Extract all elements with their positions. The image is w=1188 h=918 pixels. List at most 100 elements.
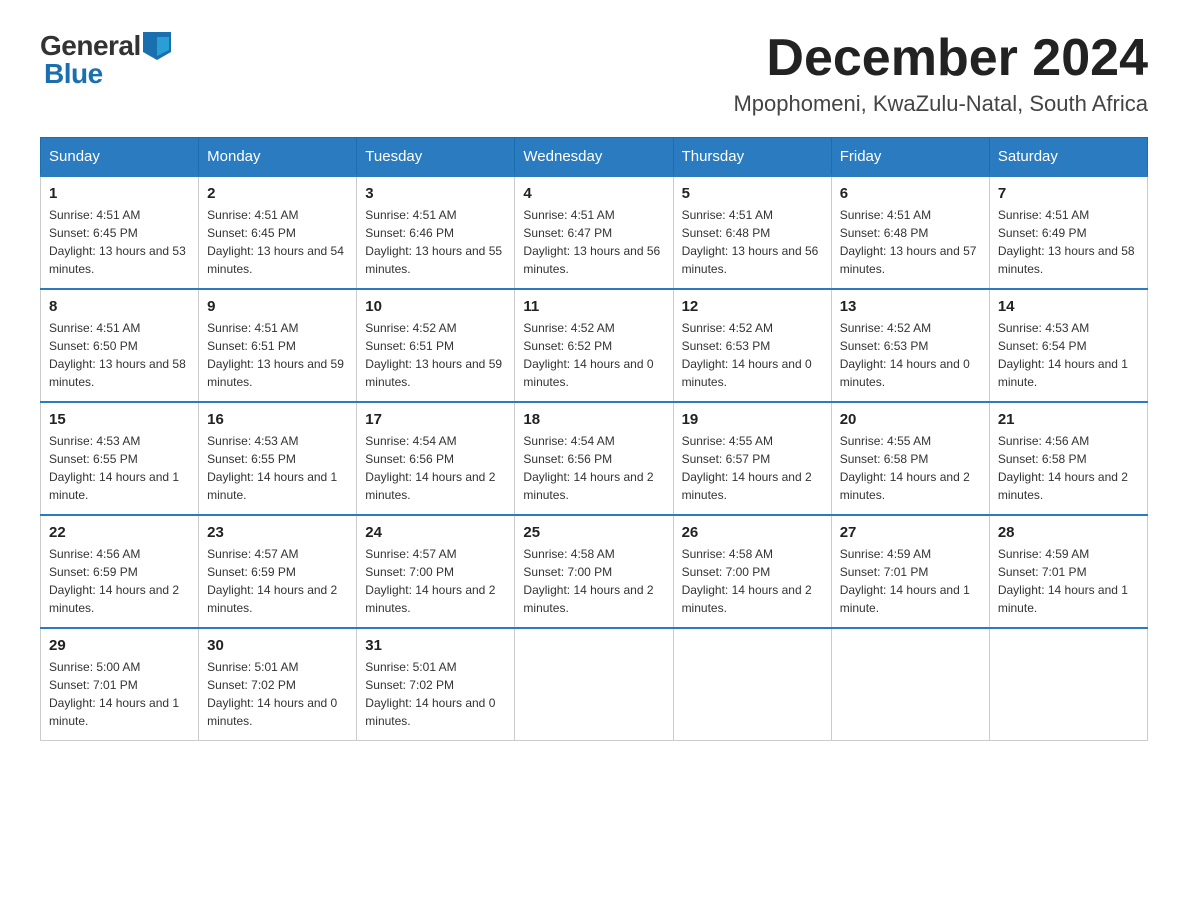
day-number: 15: [49, 411, 190, 428]
location-subtitle: Mpophomeni, KwaZulu-Natal, South Africa: [733, 91, 1148, 117]
day-number: 18: [523, 411, 664, 428]
calendar-cell: 28Sunrise: 4:59 AMSunset: 7:01 PMDayligh…: [989, 515, 1147, 628]
calendar-cell: 26Sunrise: 4:58 AMSunset: 7:00 PMDayligh…: [673, 515, 831, 628]
calendar-cell: 16 Sunrise: 4:53 AMSunset: 6:55 PMDayligh…: [199, 402, 357, 515]
calendar-cell: [515, 628, 673, 741]
day-info: Sunrise: 4:59 AMSunset: 7:01 PMDaylight:…: [840, 545, 981, 617]
day-number: 8: [49, 298, 190, 315]
calendar-cell: 1 Sunrise: 4:51 AMSunset: 6:45 PMDaylight…: [41, 176, 199, 289]
logo-icon: [143, 32, 171, 60]
calendar-cell: 10 Sunrise: 4:52 AMSunset: 6:51 PMDayligh…: [357, 289, 515, 402]
day-info: Sunrise: 4:57 AMSunset: 7:00 PMDaylight:…: [365, 545, 506, 617]
calendar-cell: [673, 628, 831, 741]
calendar-cell: 30 Sunrise: 5:01 AMSunset: 7:02 PMDayligh…: [199, 628, 357, 741]
calendar-cell: 3 Sunrise: 4:51 AMSunset: 6:46 PMDaylight…: [357, 176, 515, 289]
calendar-cell: 21 Sunrise: 4:56 AMSunset: 6:58 PMDayligh…: [989, 402, 1147, 515]
day-info: Sunrise: 5:01 AMSunset: 7:02 PMDaylight:…: [365, 658, 506, 730]
day-info: Sunrise: 5:01 AMSunset: 7:02 PMDaylight:…: [207, 658, 348, 730]
day-number: 22: [49, 524, 190, 541]
day-number: 10: [365, 298, 506, 315]
day-info: Sunrise: 4:55 AMSunset: 6:57 PMDaylight:…: [682, 432, 823, 504]
calendar-table: SundayMondayTuesdayWednesdayThursdayFrid…: [40, 137, 1148, 741]
calendar-header-saturday: Saturday: [989, 138, 1147, 177]
day-info: Sunrise: 4:51 AMSunset: 6:45 PMDaylight:…: [207, 206, 348, 278]
day-info: Sunrise: 4:54 AMSunset: 6:56 PMDaylight:…: [523, 432, 664, 504]
calendar-header-friday: Friday: [831, 138, 989, 177]
day-info: Sunrise: 4:51 AMSunset: 6:48 PMDaylight:…: [682, 206, 823, 278]
day-info: Sunrise: 4:57 AMSunset: 6:59 PMDaylight:…: [207, 545, 348, 617]
calendar-cell: 25Sunrise: 4:58 AMSunset: 7:00 PMDayligh…: [515, 515, 673, 628]
calendar-cell: 11 Sunrise: 4:52 AMSunset: 6:52 PMDayligh…: [515, 289, 673, 402]
day-number: 19: [682, 411, 823, 428]
day-number: 9: [207, 298, 348, 315]
calendar-cell: 6 Sunrise: 4:51 AMSunset: 6:48 PMDaylight…: [831, 176, 989, 289]
day-info: Sunrise: 4:52 AMSunset: 6:52 PMDaylight:…: [523, 319, 664, 391]
day-number: 5: [682, 185, 823, 202]
calendar-header-monday: Monday: [199, 138, 357, 177]
day-info: Sunrise: 5:00 AMSunset: 7:01 PMDaylight:…: [49, 658, 190, 730]
day-info: Sunrise: 4:51 AMSunset: 6:46 PMDaylight:…: [365, 206, 506, 278]
day-number: 21: [998, 411, 1139, 428]
day-number: 7: [998, 185, 1139, 202]
week-row-4: 22 Sunrise: 4:56 AMSunset: 6:59 PMDayligh…: [41, 515, 1148, 628]
month-title: December 2024: [733, 30, 1148, 87]
title-block: December 2024 Mpophomeni, KwaZulu-Natal,…: [733, 30, 1148, 117]
day-number: 1: [49, 185, 190, 202]
day-info: Sunrise: 4:51 AMSunset: 6:48 PMDaylight:…: [840, 206, 981, 278]
day-number: 6: [840, 185, 981, 202]
calendar-cell: 14 Sunrise: 4:53 AMSunset: 6:54 PMDayligh…: [989, 289, 1147, 402]
calendar-cell: 7Sunrise: 4:51 AMSunset: 6:49 PMDaylight…: [989, 176, 1147, 289]
day-info: Sunrise: 4:55 AMSunset: 6:58 PMDaylight:…: [840, 432, 981, 504]
day-number: 24: [365, 524, 506, 541]
day-number: 28: [998, 524, 1139, 541]
day-number: 23: [207, 524, 348, 541]
day-number: 31: [365, 637, 506, 654]
calendar-cell: 19 Sunrise: 4:55 AMSunset: 6:57 PMDayligh…: [673, 402, 831, 515]
day-number: 14: [998, 298, 1139, 315]
logo: General Blue: [40, 30, 171, 90]
day-number: 27: [840, 524, 981, 541]
page-header: General Blue December 2024 Mpophomeni, K…: [40, 30, 1148, 117]
calendar-cell: 22 Sunrise: 4:56 AMSunset: 6:59 PMDayligh…: [41, 515, 199, 628]
day-number: 11: [523, 298, 664, 315]
day-number: 2: [207, 185, 348, 202]
week-row-5: 29Sunrise: 5:00 AMSunset: 7:01 PMDayligh…: [41, 628, 1148, 741]
week-row-3: 15 Sunrise: 4:53 AMSunset: 6:55 PMDayligh…: [41, 402, 1148, 515]
calendar-cell: 27 Sunrise: 4:59 AMSunset: 7:01 PMDayligh…: [831, 515, 989, 628]
calendar-cell: 13 Sunrise: 4:52 AMSunset: 6:53 PMDayligh…: [831, 289, 989, 402]
day-info: Sunrise: 4:53 AMSunset: 6:55 PMDaylight:…: [207, 432, 348, 504]
calendar-header-tuesday: Tuesday: [357, 138, 515, 177]
day-info: Sunrise: 4:51 AMSunset: 6:47 PMDaylight:…: [523, 206, 664, 278]
calendar-cell: 20 Sunrise: 4:55 AMSunset: 6:58 PMDayligh…: [831, 402, 989, 515]
day-number: 17: [365, 411, 506, 428]
day-info: Sunrise: 4:51 AMSunset: 6:45 PMDaylight:…: [49, 206, 190, 278]
calendar-cell: 17 Sunrise: 4:54 AMSunset: 6:56 PMDayligh…: [357, 402, 515, 515]
day-number: 30: [207, 637, 348, 654]
day-info: Sunrise: 4:52 AMSunset: 6:51 PMDaylight:…: [365, 319, 506, 391]
day-info: Sunrise: 4:52 AMSunset: 6:53 PMDaylight:…: [682, 319, 823, 391]
calendar-cell: 29Sunrise: 5:00 AMSunset: 7:01 PMDayligh…: [41, 628, 199, 741]
day-number: 16: [207, 411, 348, 428]
day-info: Sunrise: 4:51 AMSunset: 6:50 PMDaylight:…: [49, 319, 190, 391]
day-info: Sunrise: 4:53 AMSunset: 6:55 PMDaylight:…: [49, 432, 190, 504]
calendar-cell: 18 Sunrise: 4:54 AMSunset: 6:56 PMDayligh…: [515, 402, 673, 515]
calendar-header-row: SundayMondayTuesdayWednesdayThursdayFrid…: [41, 138, 1148, 177]
day-info: Sunrise: 4:52 AMSunset: 6:53 PMDaylight:…: [840, 319, 981, 391]
day-number: 3: [365, 185, 506, 202]
day-number: 13: [840, 298, 981, 315]
calendar-cell: 4Sunrise: 4:51 AMSunset: 6:47 PMDaylight…: [515, 176, 673, 289]
calendar-cell: [989, 628, 1147, 741]
day-info: Sunrise: 4:51 AMSunset: 6:51 PMDaylight:…: [207, 319, 348, 391]
calendar-cell: 23 Sunrise: 4:57 AMSunset: 6:59 PMDayligh…: [199, 515, 357, 628]
week-row-2: 8 Sunrise: 4:51 AMSunset: 6:50 PMDaylight…: [41, 289, 1148, 402]
day-info: Sunrise: 4:56 AMSunset: 6:59 PMDaylight:…: [49, 545, 190, 617]
calendar-cell: 15 Sunrise: 4:53 AMSunset: 6:55 PMDayligh…: [41, 402, 199, 515]
day-info: Sunrise: 4:53 AMSunset: 6:54 PMDaylight:…: [998, 319, 1139, 391]
week-row-1: 1 Sunrise: 4:51 AMSunset: 6:45 PMDaylight…: [41, 176, 1148, 289]
logo-blue-text: Blue: [44, 58, 103, 90]
day-info: Sunrise: 4:54 AMSunset: 6:56 PMDaylight:…: [365, 432, 506, 504]
day-number: 25: [523, 524, 664, 541]
calendar-cell: 9 Sunrise: 4:51 AMSunset: 6:51 PMDaylight…: [199, 289, 357, 402]
day-number: 20: [840, 411, 981, 428]
day-info: Sunrise: 4:56 AMSunset: 6:58 PMDaylight:…: [998, 432, 1139, 504]
